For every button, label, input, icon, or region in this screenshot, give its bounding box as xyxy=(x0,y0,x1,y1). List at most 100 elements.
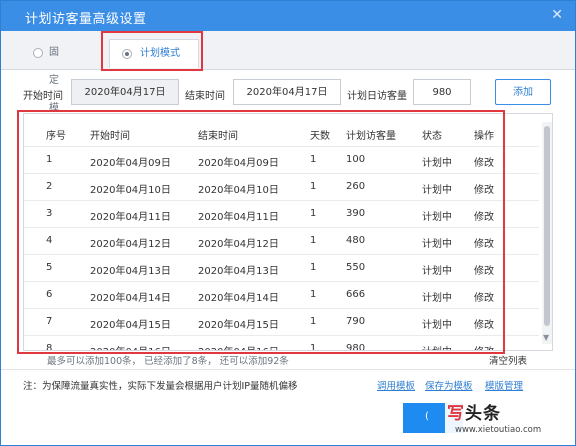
scrollbar-thumb[interactable] xyxy=(544,126,550,326)
cell-index: 3 xyxy=(46,208,53,219)
cell-visits: 480 xyxy=(346,235,366,246)
end-time-field[interactable]: 2020年04月17日 xyxy=(233,79,341,105)
table-row: 4 2020年04月12日 2020年04月12日 1 480 计划中 修改 xyxy=(24,228,539,255)
edit-link[interactable]: 修改 xyxy=(474,262,494,277)
edit-link[interactable]: 修改 xyxy=(474,316,494,331)
table-row: 7 2020年04月15日 2020年04月15日 1 790 计划中 修改 xyxy=(24,309,539,336)
cell-start: 2020年04月16日 xyxy=(90,343,171,350)
end-time-label: 结束时间 xyxy=(185,91,225,102)
cell-visits: 260 xyxy=(346,181,366,192)
clear-list-link[interactable]: 清空列表 xyxy=(489,353,527,367)
cell-status: 计划中 xyxy=(422,343,452,350)
dialog-title: 计划访客量高级设置 xyxy=(25,12,147,27)
col-header-action: 操作 xyxy=(474,131,494,142)
scroll-down-icon[interactable]: ▼ xyxy=(543,333,549,342)
cell-status: 计划中 xyxy=(422,212,452,223)
cell-status: 计划中 xyxy=(422,266,452,277)
table-row: 5 2020年04月13日 2020年04月13日 1 550 计划中 修改 xyxy=(24,255,539,282)
table-header: 序号 开始时间 结束时间 天数 计划访客量 状态 操作 xyxy=(24,120,539,147)
cell-days: 1 xyxy=(310,181,317,192)
mode-tabs: 固定模式 计划模式 xyxy=(1,31,575,142)
col-header-status: 状态 xyxy=(422,131,442,142)
cell-index: 6 xyxy=(46,289,53,300)
cell-status: 计划中 xyxy=(422,239,452,250)
cell-index: 8 xyxy=(46,343,53,351)
table-row: 8 2020年04月16日 2020年04月16日 1 980 计划中 修改 xyxy=(24,336,539,351)
cell-start: 2020年04月11日 xyxy=(90,212,171,223)
cell-status: 计划中 xyxy=(422,158,452,169)
watermark-brand: 写头条 xyxy=(447,404,501,424)
cell-end: 2020年04月10日 xyxy=(198,185,279,196)
plan-table: 序号 开始时间 结束时间 天数 计划访客量 状态 操作 1 2020年04月09… xyxy=(23,113,553,351)
col-header-index: 序号 xyxy=(46,131,66,142)
cell-end: 2020年04月09日 xyxy=(198,158,279,169)
tab-plan-mode-label: 计划模式 xyxy=(140,48,180,59)
cell-end: 2020年04月16日 xyxy=(198,343,279,350)
cell-index: 1 xyxy=(46,154,53,165)
edit-link[interactable]: 修改 xyxy=(474,289,494,304)
daily-visits-field[interactable]: 980 xyxy=(413,79,471,105)
table-row: 1 2020年04月09日 2020年04月09日 1 100 计划中 修改 xyxy=(24,147,539,174)
start-time-field[interactable]: 2020年04月17日 xyxy=(71,79,179,105)
cell-days: 1 xyxy=(310,343,317,351)
cell-visits: 666 xyxy=(346,289,366,300)
table-row: 3 2020年04月11日 2020年04月11日 1 390 计划中 修改 xyxy=(24,201,539,228)
cell-status: 计划中 xyxy=(422,293,452,304)
col-header-start: 开始时间 xyxy=(90,131,130,142)
edit-link[interactable]: 修改 xyxy=(474,154,494,169)
table-summary: 最多可以添加100条， 已经添加了8条， 还可以添加92条 xyxy=(47,356,289,367)
start-time-label: 开始时间 xyxy=(23,91,63,102)
cell-start: 2020年04月15日 xyxy=(90,320,171,331)
close-icon[interactable]: ✕ xyxy=(551,7,563,23)
cell-days: 1 xyxy=(310,208,317,219)
traffic-note: 注：为保障流量真实性，实际下发量会根据用户计划IP量随机偏移 xyxy=(23,381,298,392)
cell-visits: 980 xyxy=(346,343,366,351)
col-header-days: 天数 xyxy=(310,131,330,142)
confirm-button-label: ( xyxy=(425,411,429,422)
edit-link[interactable]: 修改 xyxy=(474,181,494,196)
cell-visits: 790 xyxy=(346,316,366,327)
cell-visits: 390 xyxy=(346,208,366,219)
radio-unchecked-icon[interactable] xyxy=(33,48,43,58)
advanced-settings-dialog: 计划访客量高级设置 ✕ 固定模式 计划模式 开始时间 2020年04月17日 结… xyxy=(0,0,576,446)
manage-template-link[interactable]: 模版管理 xyxy=(485,378,523,392)
cell-index: 2 xyxy=(46,181,53,192)
divider xyxy=(1,369,575,370)
dialog-titlebar: 计划访客量高级设置 ✕ xyxy=(1,1,575,31)
col-header-visits: 计划访客量 xyxy=(346,131,396,142)
cell-end: 2020年04月12日 xyxy=(198,239,279,250)
cell-start: 2020年04月10日 xyxy=(90,185,171,196)
tab-plan-mode[interactable]: 计划模式 xyxy=(109,39,199,68)
radio-checked-icon[interactable] xyxy=(122,49,132,59)
col-header-end: 结束时间 xyxy=(198,131,238,142)
apply-template-link[interactable]: 调用模板 xyxy=(377,378,415,392)
cell-start: 2020年04月13日 xyxy=(90,266,171,277)
cell-end: 2020年04月15日 xyxy=(198,320,279,331)
edit-link[interactable]: 修改 xyxy=(474,343,494,350)
cell-days: 1 xyxy=(310,289,317,300)
add-button[interactable]: 添加 xyxy=(495,79,551,105)
cell-end: 2020年04月13日 xyxy=(198,266,279,277)
save-template-link[interactable]: 保存为模板 xyxy=(425,378,473,392)
edit-link[interactable]: 修改 xyxy=(474,208,494,223)
cell-days: 1 xyxy=(310,262,317,273)
cell-start: 2020年04月09日 xyxy=(90,158,171,169)
cell-visits: 550 xyxy=(346,262,366,273)
cell-end: 2020年04月14日 xyxy=(198,293,279,304)
edit-link[interactable]: 修改 xyxy=(474,235,494,250)
plan-form: 开始时间 2020年04月17日 结束时间 2020年04月17日 计划日访客量… xyxy=(1,73,575,109)
cell-status: 计划中 xyxy=(422,185,452,196)
cell-days: 1 xyxy=(310,154,317,165)
cell-index: 4 xyxy=(46,235,53,246)
cell-start: 2020年04月14日 xyxy=(90,293,171,304)
cell-start: 2020年04月12日 xyxy=(90,239,171,250)
cell-status: 计划中 xyxy=(422,320,452,331)
cell-index: 7 xyxy=(46,316,53,327)
daily-visits-label: 计划日访客量 xyxy=(347,91,407,102)
table-row: 6 2020年04月14日 2020年04月14日 1 666 计划中 修改 xyxy=(24,282,539,309)
cell-days: 1 xyxy=(310,316,317,327)
cell-visits: 100 xyxy=(346,154,366,165)
cell-end: 2020年04月11日 xyxy=(198,212,279,223)
table-row: 2 2020年04月10日 2020年04月10日 1 260 计划中 修改 xyxy=(24,174,539,201)
table-scrollbar[interactable]: ▼ xyxy=(542,122,552,344)
